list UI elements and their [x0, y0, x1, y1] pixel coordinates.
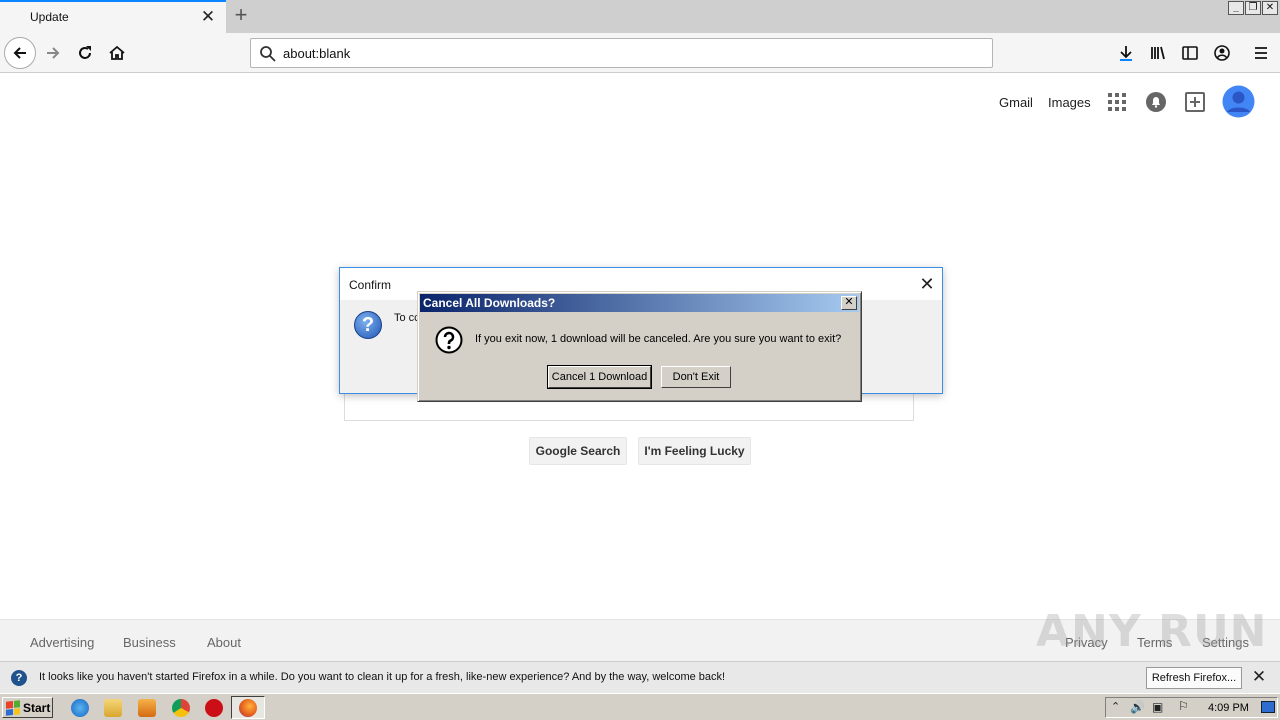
home-button[interactable]	[102, 38, 132, 68]
start-button[interactable]: Start	[2, 697, 53, 718]
confirm-title: Confirm	[349, 278, 392, 292]
downloads-button[interactable]	[1111, 38, 1141, 68]
account-button[interactable]	[1207, 38, 1237, 68]
opera-icon[interactable]	[205, 699, 223, 717]
sidebar-button[interactable]	[1175, 38, 1205, 68]
footer-link-about[interactable]: About	[207, 635, 241, 650]
info-question-icon: ?	[11, 670, 27, 686]
apps-grid-icon[interactable]	[1108, 93, 1126, 111]
forward-arrow-icon	[47, 47, 60, 59]
hamburger-icon	[1255, 47, 1267, 59]
minimize-icon[interactable]: _	[1228, 1, 1244, 15]
windows-logo-icon	[6, 699, 20, 716]
notifications-bell-icon[interactable]	[1145, 91, 1167, 113]
dont-exit-button[interactable]: Don't Exit	[661, 366, 731, 388]
restore-icon[interactable]: ❐	[1245, 1, 1261, 15]
sidebar-icon	[1182, 46, 1198, 60]
footer-link-business[interactable]: Business	[123, 635, 176, 650]
show-desktop-icon[interactable]	[1261, 701, 1275, 713]
volume-icon[interactable]: 🔊	[1130, 700, 1145, 714]
firefox-icon	[239, 699, 257, 717]
media-player-icon[interactable]	[138, 699, 156, 717]
add-share-icon[interactable]	[1184, 91, 1206, 113]
library-icon	[1151, 46, 1165, 60]
library-button[interactable]	[1143, 38, 1173, 68]
action-center-flag-icon[interactable]: ⚐	[1178, 699, 1189, 713]
notification-bar: ? It looks like you haven't started Fire…	[0, 661, 1280, 693]
anyrun-watermark: ANY RUN	[1036, 606, 1268, 657]
network-icon[interactable]: ▣	[1152, 700, 1163, 714]
start-label: Start	[23, 700, 51, 715]
dialog-close-icon[interactable]: ✕	[841, 296, 857, 310]
refresh-firefox-button[interactable]: Refresh Firefox...	[1146, 667, 1242, 689]
google-search-button[interactable]: Google Search	[529, 437, 627, 465]
user-avatar[interactable]	[1222, 85, 1255, 118]
notification-close-icon[interactable]: ✕	[1251, 668, 1267, 686]
footer-link-advertising[interactable]: Advertising	[30, 635, 94, 650]
internet-explorer-icon[interactable]	[71, 699, 89, 717]
screen: Update ✕ + _ ❐ ✕ about:blank Gmail Image…	[0, 0, 1280, 720]
new-tab-icon[interactable]: +	[230, 4, 252, 28]
reload-button[interactable]	[70, 38, 100, 68]
taskbar: Start ⌃ 🔊 ▣ ⚐ 4:09 PM	[0, 693, 1280, 720]
menu-button[interactable]	[1246, 38, 1276, 68]
dialog-message: If you exit now, 1 download will be canc…	[475, 333, 842, 345]
back-arrow-icon	[13, 47, 26, 59]
clock: 4:09 PM	[1208, 702, 1249, 714]
url-bar[interactable]: about:blank	[250, 38, 993, 68]
tab-title: Update	[30, 10, 69, 24]
tab-close-icon[interactable]: ✕	[200, 8, 216, 25]
tray-expand-icon[interactable]: ⌃	[1111, 700, 1120, 713]
confirm-close-icon[interactable]: ✕	[918, 275, 936, 293]
url-text: about:blank	[283, 46, 351, 61]
nav-bar: about:blank	[0, 33, 1280, 73]
taskbar-firefox-active[interactable]	[231, 696, 265, 719]
tab-update[interactable]: Update ✕	[0, 0, 226, 33]
search-icon	[260, 46, 276, 62]
system-tray: ⌃ 🔊 ▣ ⚐	[1105, 697, 1278, 718]
reload-icon	[79, 46, 91, 59]
window-close-icon[interactable]: ✕	[1262, 1, 1278, 15]
notification-text: It looks like you haven't started Firefo…	[39, 671, 726, 683]
question-mark-icon	[435, 326, 463, 354]
back-button[interactable]	[4, 37, 36, 69]
confirm-message: To cc	[394, 312, 420, 324]
file-explorer-icon[interactable]	[104, 699, 122, 717]
dialog-title: Cancel All Downloads?	[423, 296, 556, 310]
home-icon	[109, 45, 125, 60]
gmail-link[interactable]: Gmail	[999, 95, 1033, 110]
images-link[interactable]: Images	[1048, 95, 1091, 110]
cancel-downloads-dialog: Cancel All Downloads? ✕ If you exit now,…	[417, 291, 862, 402]
download-icon	[1120, 46, 1132, 61]
tab-strip: Update ✕ + _ ❐ ✕	[0, 0, 1280, 33]
dialog-titlebar[interactable]: Cancel All Downloads? ✕	[420, 294, 859, 312]
forward-button[interactable]	[38, 38, 68, 68]
account-icon	[1214, 45, 1230, 61]
cancel-download-button[interactable]: Cancel 1 Download	[547, 365, 652, 389]
feeling-lucky-button[interactable]: I'm Feeling Lucky	[638, 437, 751, 465]
chrome-icon[interactable]	[172, 699, 190, 717]
question-icon: ?	[354, 311, 382, 339]
